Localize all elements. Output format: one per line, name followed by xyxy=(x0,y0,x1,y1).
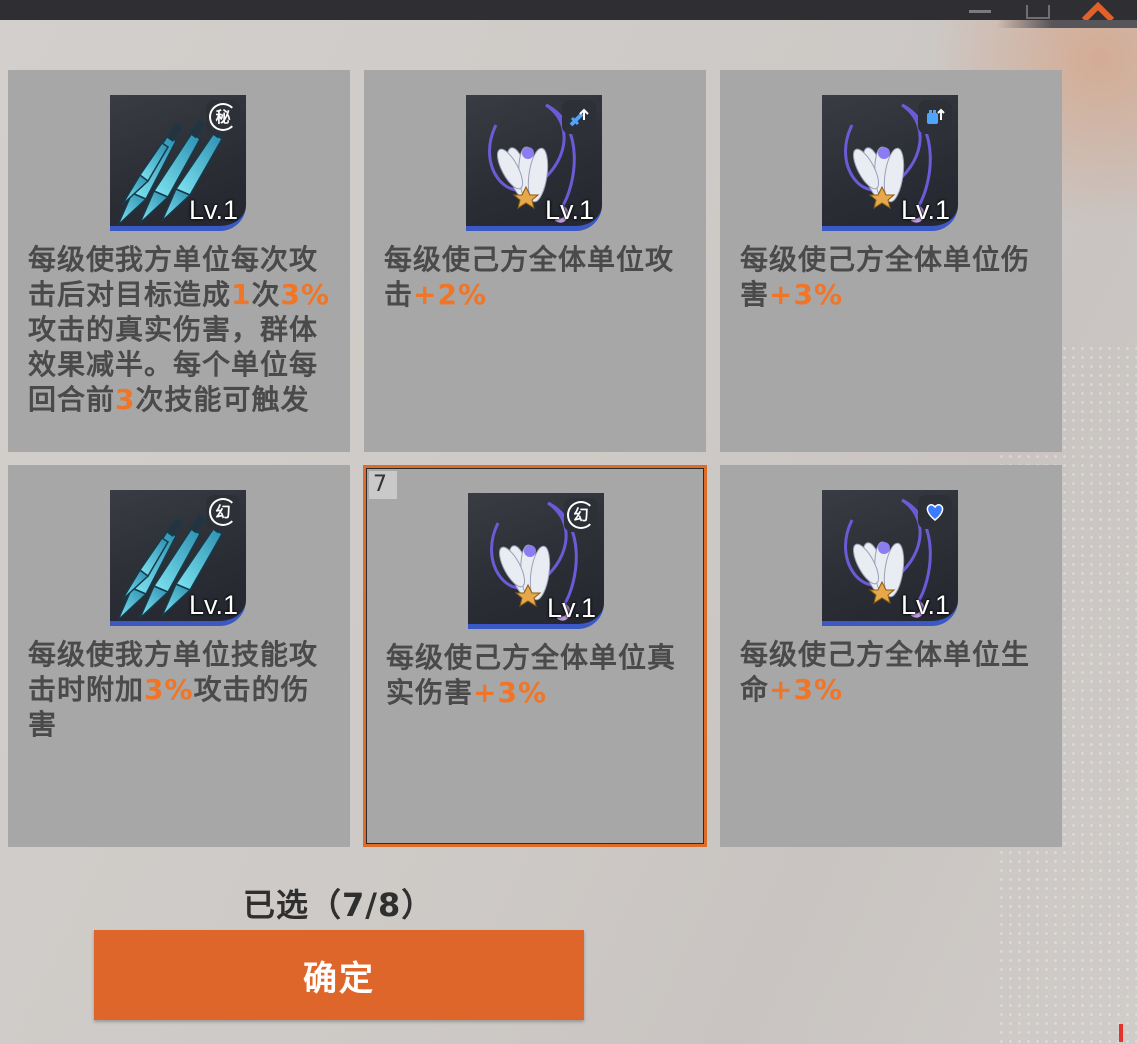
level-label: Lv.1 xyxy=(900,195,950,225)
category-tag-label: 幻 xyxy=(209,498,237,526)
buff-card[interactable]: 7 幻 Lv.1 每级使己方全体单位真实伤害+3% xyxy=(363,465,707,847)
buff-icon: Lv.1 xyxy=(822,95,958,231)
buff-icon: 幻 Lv.1 xyxy=(468,493,604,629)
highlight-value: 3 xyxy=(115,383,136,416)
category-tag-label: 秘 xyxy=(209,103,237,131)
fist-up-icon xyxy=(918,100,952,134)
level-label: Lv.1 xyxy=(900,590,950,620)
category-tag-label: 幻 xyxy=(567,501,595,529)
highlight-value: +2% xyxy=(413,278,488,311)
highlight-value: 1 xyxy=(231,278,252,311)
sword-up-icon xyxy=(562,100,596,134)
level-label: Lv.1 xyxy=(546,593,596,623)
highlight-value: 3% xyxy=(280,278,331,311)
description-text: 次技能可触发 xyxy=(135,383,310,416)
buff-description: 每级使己方全体单位伤害+3% xyxy=(740,242,1050,312)
buff-description: 每级使我方单位技能攻击时附加3%攻击的伤害 xyxy=(28,637,338,742)
minimize-icon xyxy=(969,9,991,13)
highlight-value: 3% xyxy=(144,673,194,706)
level-label: Lv.1 xyxy=(188,590,238,620)
buff-description: 每级使己方全体单位生命+3% xyxy=(740,637,1050,707)
maximize-button[interactable] xyxy=(1018,0,1058,20)
minimize-button[interactable] xyxy=(960,0,1000,20)
selection-order-badge: 7 xyxy=(369,471,397,499)
buff-icon: 秘 Lv.1 xyxy=(110,95,246,231)
maximize-icon xyxy=(1026,5,1050,19)
buff-icon: Lv.1 xyxy=(822,490,958,626)
buff-card[interactable]: 秘 Lv.1 每级使我方单位每次攻击后对目标造成1次3%攻击的真实伤害，群体效果… xyxy=(8,70,350,452)
highlight-value: +3% xyxy=(769,278,844,311)
corner-indicator xyxy=(1119,1024,1123,1042)
buff-description: 每级使我方单位每次攻击后对目标造成1次3%攻击的真实伤害，群体效果减半。每个单位… xyxy=(28,242,338,417)
level-label: Lv.1 xyxy=(188,195,238,225)
close-button[interactable] xyxy=(1070,0,1126,20)
confirm-button[interactable]: 确定 xyxy=(94,930,584,1020)
buff-icon: Lv.1 xyxy=(466,95,602,231)
category-tag-icon: 幻 xyxy=(206,495,240,529)
buff-description: 每级使己方全体单位真实伤害+3% xyxy=(386,640,696,710)
close-icon xyxy=(1081,1,1115,20)
title-bar-accent xyxy=(997,20,1137,28)
highlight-value: +3% xyxy=(473,676,548,709)
buff-card[interactable]: Lv.1 每级使己方全体单位攻击+2% xyxy=(364,70,706,452)
buff-card[interactable]: 幻 Lv.1 每级使我方单位技能攻击时附加3%攻击的伤害 xyxy=(8,465,350,847)
category-tag-icon: 秘 xyxy=(206,100,240,134)
buff-card[interactable]: Lv.1 每级使己方全体单位生命+3% xyxy=(720,465,1062,847)
description-text: 次 xyxy=(251,278,281,311)
selected-count-label: 已选（7/8） xyxy=(243,886,435,924)
buff-description: 每级使己方全体单位攻击+2% xyxy=(384,242,694,312)
category-tag-icon: 幻 xyxy=(564,498,598,532)
highlight-value: +3% xyxy=(769,673,844,706)
heart-icon xyxy=(918,495,952,529)
buff-icon: 幻 Lv.1 xyxy=(110,490,246,626)
buff-card[interactable]: Lv.1 每级使己方全体单位伤害+3% xyxy=(720,70,1062,452)
level-label: Lv.1 xyxy=(544,195,594,225)
